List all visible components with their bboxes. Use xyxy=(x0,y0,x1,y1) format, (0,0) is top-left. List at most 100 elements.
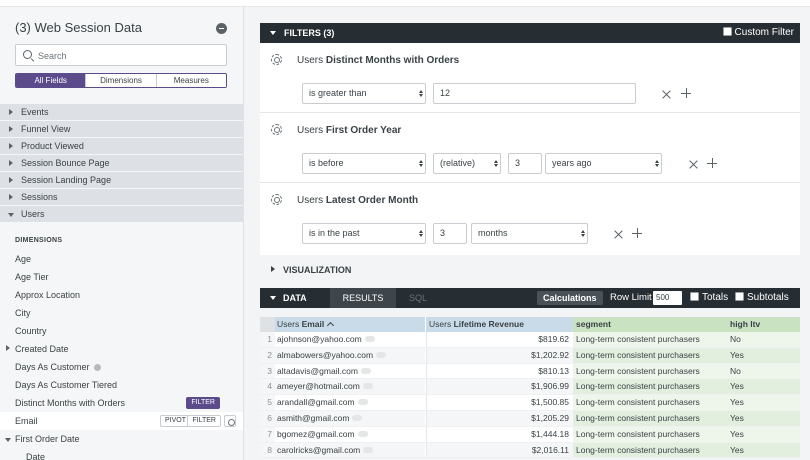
field-email[interactable]: Email PIVOT FILTER xyxy=(0,412,243,430)
subtotals-toggle[interactable]: Subtotals xyxy=(735,292,789,303)
subtotals-checkbox[interactable] xyxy=(735,292,744,301)
field-group-first-order-date[interactable]: First Order Date xyxy=(0,430,243,448)
column-header-email[interactable]: Users Email xyxy=(275,317,425,332)
collapse-sidebar-icon[interactable] xyxy=(216,23,227,34)
view-product-viewed[interactable]: Product Viewed xyxy=(0,138,243,155)
add-icon[interactable] xyxy=(707,158,717,168)
cell-high-ltv-text: Yes xyxy=(730,428,744,439)
close-icon[interactable] xyxy=(661,89,671,99)
cell-high-ltv-text: No xyxy=(730,365,741,376)
gear-icon[interactable] xyxy=(271,54,282,65)
more-options-icon[interactable] xyxy=(357,430,368,437)
operator-select[interactable]: is greater than xyxy=(302,83,426,104)
tab-measures[interactable]: Measures xyxy=(155,74,226,87)
custom-filter-checkbox[interactable] xyxy=(722,27,732,36)
field-age[interactable]: Age xyxy=(0,250,243,268)
column-header-segment[interactable]: segment xyxy=(573,317,728,332)
field-country[interactable]: Country xyxy=(0,322,243,340)
custom-filter-toggle[interactable]: Custom Filter xyxy=(722,27,794,38)
filter-number-input[interactable]: 3 xyxy=(508,153,542,174)
filter-value: 12 xyxy=(440,88,451,98)
view-session-landing-page[interactable]: Session Landing Page xyxy=(0,172,243,189)
row-number-text: 3 xyxy=(267,365,272,376)
view-session-bounce-page[interactable]: Session Bounce Page xyxy=(0,155,243,172)
info-icon[interactable] xyxy=(93,364,101,371)
field-search-input[interactable] xyxy=(38,48,218,63)
cell-high-ltv: No xyxy=(728,332,800,347)
field-group-created-date[interactable]: Created Date xyxy=(0,340,243,358)
add-icon[interactable] xyxy=(681,88,691,98)
filter-active-badge[interactable]: FILTER xyxy=(186,397,220,409)
view-events[interactable]: Events xyxy=(0,104,243,121)
filter-number-input[interactable]: 3 xyxy=(433,223,467,244)
visualization-section-header[interactable]: VISUALIZATION xyxy=(260,260,800,280)
filter-value-input[interactable]: 12 xyxy=(433,83,636,104)
relative-mode-select[interactable]: (relative) xyxy=(433,153,501,174)
cell-segment: Long-term consistent purchasers xyxy=(573,347,728,363)
cell-segment-text: Long-term consistent purchasers xyxy=(576,334,700,344)
field-days-as-customer[interactable]: Days As Customer xyxy=(0,358,243,376)
tab-results[interactable]: RESULTS xyxy=(330,288,396,308)
column-header-lifetime-revenue[interactable]: Users Lifetime Revenue xyxy=(426,317,573,332)
more-options-icon[interactable] xyxy=(364,336,375,342)
cell-high-ltv: No xyxy=(728,363,800,379)
dimensions-header: DIMENSIONS xyxy=(15,237,63,244)
totals-toggle[interactable]: Totals xyxy=(690,292,728,303)
unit-select[interactable]: months xyxy=(471,223,588,244)
field-search-box[interactable] xyxy=(15,44,227,66)
calculations-button[interactable]: Calculations xyxy=(537,291,603,305)
pivot-button[interactable]: PIVOT xyxy=(159,415,191,427)
gear-icon[interactable] xyxy=(271,124,282,135)
tab-sql[interactable]: SQL xyxy=(409,293,427,303)
unit-select[interactable]: years ago xyxy=(545,153,662,174)
view-sessions[interactable]: Sessions xyxy=(0,189,243,206)
tab-dimensions[interactable]: Dimensions xyxy=(85,74,156,87)
close-icon[interactable] xyxy=(613,229,623,239)
more-options-icon[interactable] xyxy=(363,446,374,453)
more-options-icon[interactable] xyxy=(376,351,387,358)
field-first-order-date-date[interactable]: Date xyxy=(0,448,243,460)
gear-icon[interactable] xyxy=(224,415,236,427)
operator-select[interactable]: is before xyxy=(302,153,426,174)
field-type-tabs: All Fields Dimensions Measures xyxy=(15,73,227,88)
gear-icon[interactable] xyxy=(271,194,282,205)
more-options-icon[interactable] xyxy=(357,399,368,406)
mode-value: (relative) xyxy=(440,158,476,168)
close-icon[interactable] xyxy=(688,159,698,169)
cell-email-text: ajohnson@yahoo.com xyxy=(277,334,362,344)
row-limit-input[interactable]: 500 xyxy=(653,291,682,305)
filter-button[interactable]: FILTER xyxy=(187,415,221,427)
caret-down-icon[interactable] xyxy=(270,296,276,300)
view-users[interactable]: Users xyxy=(0,206,243,223)
field-age-tier[interactable]: Age Tier xyxy=(0,268,243,286)
caret-right-icon xyxy=(9,194,13,200)
cell-segment-text: Long-term consistent purchasers xyxy=(576,349,700,360)
column-header-high-ltv[interactable]: high ltv xyxy=(728,317,800,332)
filters-section-header[interactable]: FILTERS (3) Custom Filter xyxy=(260,23,800,43)
table-row: 4 ameyer@hotmail.com $1,906.99 Long-term co… xyxy=(260,379,800,396)
cell-segment-text: Long-term consistent purchasers xyxy=(576,444,700,455)
data-section-header: DATA RESULTS SQL Calculations Row Limit … xyxy=(260,288,800,308)
cell-high-ltv-text: Yes xyxy=(730,412,744,423)
view-funnel-view[interactable]: Funnel View xyxy=(0,121,243,138)
cell-segment: Long-term consistent purchasers xyxy=(573,379,728,395)
operator-select[interactable]: is in the past xyxy=(302,223,426,244)
view-label: Session Landing Page xyxy=(21,175,112,185)
field-days-as-customer-tiered[interactable]: Days As Customer Tiered xyxy=(0,376,243,394)
cell-email-text: arandall@gmail.com xyxy=(277,397,355,408)
add-icon[interactable] xyxy=(632,228,642,238)
field-city[interactable]: City xyxy=(0,304,243,322)
more-options-icon[interactable] xyxy=(352,414,363,421)
filter-field-name: First Order Year xyxy=(325,125,402,136)
sort-ascending-icon[interactable] xyxy=(327,321,335,330)
more-options-icon[interactable] xyxy=(360,367,371,374)
field-distinct-months-with-orders[interactable]: Distinct Months with Orders FILTER xyxy=(0,394,243,412)
tab-all-fields[interactable]: All Fields xyxy=(16,74,86,87)
more-options-icon[interactable] xyxy=(362,383,373,390)
field-approx-location[interactable]: Approx Location xyxy=(0,286,243,304)
caret-right-icon xyxy=(9,126,13,132)
cell-high-ltv: Yes xyxy=(728,426,800,442)
table-row: 2 almabowers@yahoo.com $1,202.92 Long-term … xyxy=(260,347,800,364)
totals-checkbox[interactable] xyxy=(690,292,699,301)
filter-view-name: Users xyxy=(297,195,324,206)
